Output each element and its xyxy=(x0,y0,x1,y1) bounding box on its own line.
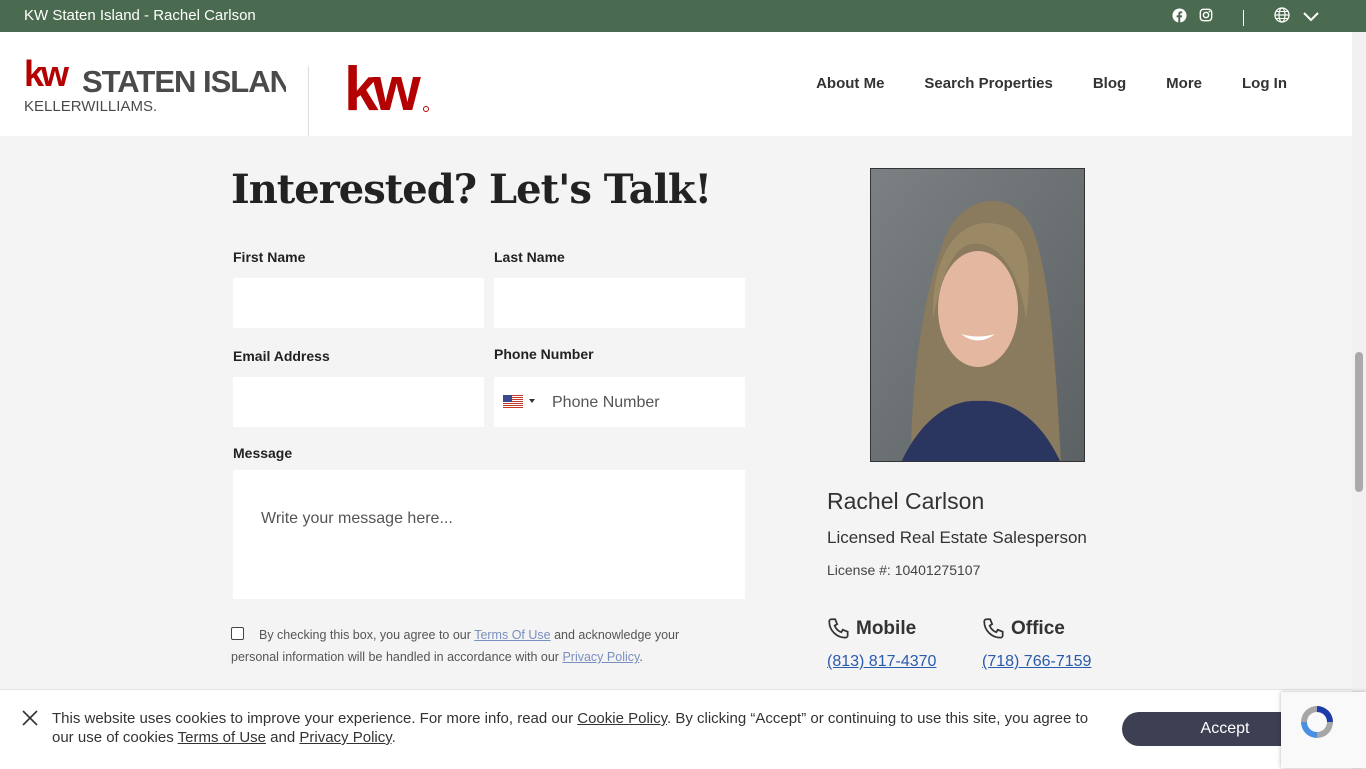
logo-divider xyxy=(308,66,309,136)
phone-input[interactable] xyxy=(550,377,744,429)
main-nav: About Me Search Properties Blog More Log… xyxy=(816,75,1287,92)
message-label: Message xyxy=(233,445,293,461)
agent-title: Licensed Real Estate Salesperson xyxy=(827,528,1087,547)
phone-label: Phone Number xyxy=(494,346,594,362)
email-input[interactable] xyxy=(233,377,484,427)
recaptcha-badge[interactable] xyxy=(1281,692,1366,768)
site-header: kw STATEN ISLAND KELLERWILLIAMS. kw Abou… xyxy=(0,32,1352,136)
svg-text:kw: kw xyxy=(344,56,421,114)
us-flag-icon[interactable] xyxy=(503,395,523,408)
facebook-icon[interactable] xyxy=(1172,7,1187,28)
nav-more[interactable]: More xyxy=(1166,75,1202,92)
nav-about-me[interactable]: About Me xyxy=(816,75,884,92)
mobile-phone-link[interactable]: (813) 817-4370 xyxy=(827,653,936,671)
agent-license: License #: 10401275107 xyxy=(827,562,981,578)
message-textarea[interactable] xyxy=(233,470,745,599)
topbar-divider xyxy=(1243,9,1244,26)
instagram-icon[interactable] xyxy=(1199,8,1213,27)
country-dropdown-caret-icon[interactable] xyxy=(529,399,535,403)
agent-photo xyxy=(870,168,1085,462)
nav-log-in[interactable]: Log In xyxy=(1242,75,1287,92)
site-title: KW Staten Island - Rachel Carlson xyxy=(24,7,256,24)
svg-text:kw: kw xyxy=(24,56,70,94)
consent-text: By checking this box, you agree to our T… xyxy=(231,628,680,664)
last-name-label: Last Name xyxy=(494,249,565,265)
kw-logo[interactable]: kw xyxy=(344,56,432,114)
first-name-label: First Name xyxy=(233,249,306,265)
cookie-policy-link[interactable]: Cookie Policy xyxy=(577,710,667,727)
globe-icon[interactable] xyxy=(1274,7,1290,28)
office-heading: Office xyxy=(981,616,1065,642)
form-title: Interested? Let's Talk! xyxy=(231,166,712,213)
nav-search-properties[interactable]: Search Properties xyxy=(924,75,1052,92)
last-name-input[interactable] xyxy=(494,278,745,328)
chevron-down-icon[interactable] xyxy=(1302,9,1320,27)
svg-text:KELLERWILLIAMS.: KELLERWILLIAMS. xyxy=(24,98,157,114)
cookie-privacy-link[interactable]: Privacy Policy xyxy=(299,729,391,746)
recaptcha-icon xyxy=(1301,706,1333,738)
close-icon[interactable] xyxy=(22,710,38,726)
kw-staten-island-logo[interactable]: kw STATEN ISLAND KELLERWILLIAMS. xyxy=(24,56,286,114)
agent-name: Rachel Carlson xyxy=(827,488,985,514)
phone-icon xyxy=(828,618,849,639)
office-phone-link[interactable]: (718) 766-7159 xyxy=(982,653,1091,671)
email-label: Email Address xyxy=(233,348,330,364)
consent-terms-link[interactable]: Terms Of Use xyxy=(474,628,550,642)
top-bar-icons xyxy=(1172,7,1320,28)
phone-field xyxy=(494,377,745,429)
scrollbar-thumb[interactable] xyxy=(1355,352,1363,492)
cookie-banner: This website uses cookies to improve you… xyxy=(0,689,1352,769)
cookie-terms-link[interactable]: Terms of Use xyxy=(178,729,266,746)
svg-text:STATEN ISLAND: STATEN ISLAND xyxy=(82,64,286,99)
top-bar: KW Staten Island - Rachel Carlson xyxy=(0,0,1366,32)
nav-blog[interactable]: Blog xyxy=(1093,75,1126,92)
consent-privacy-link[interactable]: Privacy Policy xyxy=(562,650,639,664)
first-name-input[interactable] xyxy=(233,278,484,328)
cookie-text: This website uses cookies to improve you… xyxy=(52,710,1089,746)
phone-icon xyxy=(983,618,1004,639)
mobile-heading: Mobile xyxy=(826,616,916,642)
